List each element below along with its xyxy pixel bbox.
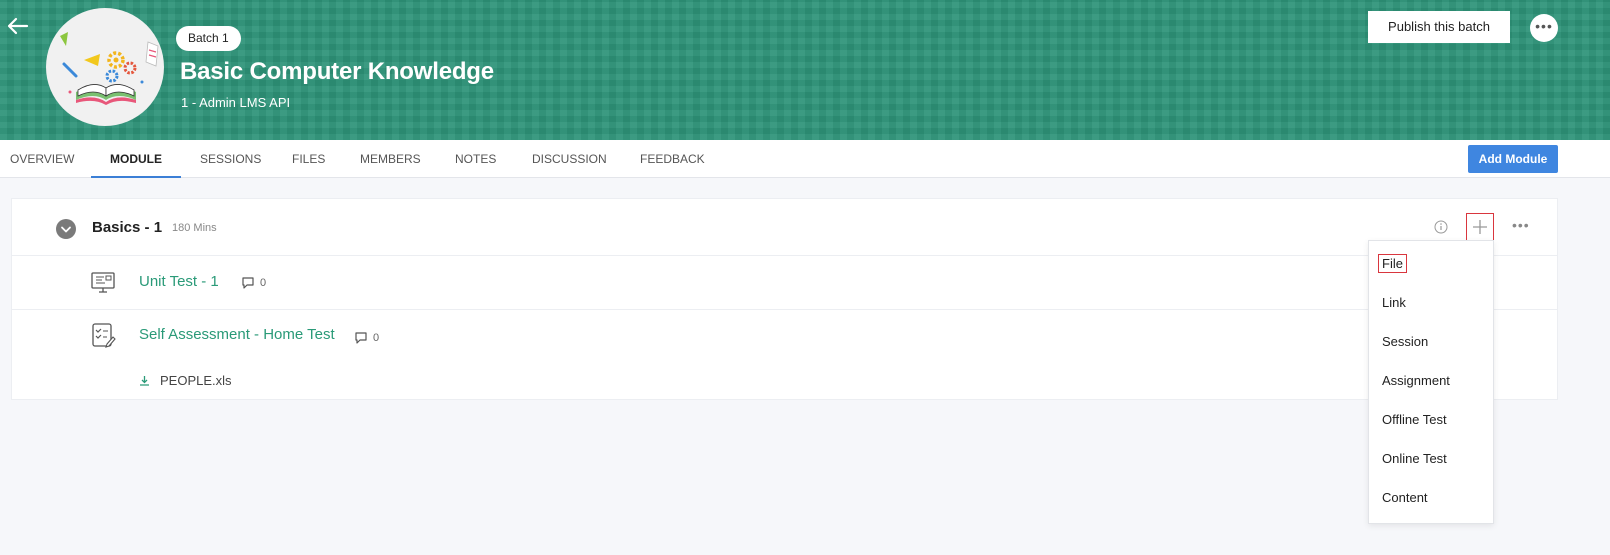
batch-chip: Batch 1 bbox=[176, 26, 241, 51]
tab-sessions[interactable]: SESSIONS bbox=[200, 140, 261, 178]
menu-item-file[interactable]: File bbox=[1378, 254, 1407, 273]
checklist-icon bbox=[90, 322, 116, 348]
tab-discussion[interactable]: DISCUSSION bbox=[532, 140, 607, 178]
list-item: Unit Test - 1 0 bbox=[12, 256, 1557, 310]
add-content-button[interactable] bbox=[1466, 213, 1494, 241]
menu-item-offline-test[interactable]: Offline Test bbox=[1382, 412, 1447, 427]
menu-item-link[interactable]: Link bbox=[1382, 295, 1406, 310]
course-avatar bbox=[46, 8, 164, 126]
module-title: Basics - 1 bbox=[92, 219, 163, 236]
tab-overview[interactable]: OVERVIEW bbox=[10, 140, 74, 178]
publish-batch-button[interactable]: Publish this batch bbox=[1368, 11, 1510, 43]
comment-count[interactable]: 0 bbox=[241, 276, 266, 289]
attachment-file[interactable]: PEOPLE.xls bbox=[139, 373, 232, 388]
item-title-link[interactable]: Unit Test - 1 bbox=[139, 273, 219, 290]
chevron-down-icon[interactable] bbox=[56, 219, 76, 239]
tab-members[interactable]: MEMBERS bbox=[360, 140, 421, 178]
list-item: Self Assessment - Home Test 0 PEOPLE.xls bbox=[12, 310, 1557, 400]
item-title-link[interactable]: Self Assessment - Home Test bbox=[139, 326, 335, 343]
course-subtitle: 1 - Admin LMS API bbox=[181, 95, 291, 110]
tab-bar: OVERVIEW MODULE SESSIONS FILES MEMBERS N… bbox=[0, 140, 1610, 178]
comment-count[interactable]: 0 bbox=[354, 331, 379, 344]
monitor-icon bbox=[90, 270, 116, 296]
comment-icon bbox=[242, 277, 254, 289]
menu-item-content[interactable]: Content bbox=[1382, 490, 1428, 505]
menu-item-session[interactable]: Session bbox=[1382, 334, 1428, 349]
back-arrow-icon[interactable] bbox=[6, 14, 30, 38]
plus-icon bbox=[1473, 220, 1487, 234]
course-title: Basic Computer Knowledge bbox=[180, 58, 494, 85]
comment-count-value: 0 bbox=[260, 277, 267, 289]
tab-feedback[interactable]: FEEDBACK bbox=[640, 140, 705, 178]
tab-module[interactable]: MODULE bbox=[91, 140, 181, 178]
comment-icon bbox=[355, 332, 367, 344]
add-module-button[interactable]: Add Module bbox=[1468, 145, 1558, 173]
tab-files[interactable]: FILES bbox=[292, 140, 325, 178]
comment-count-value: 0 bbox=[373, 332, 380, 344]
course-header: Batch 1 Basic Computer Knowledge 1 - Adm… bbox=[0, 0, 1610, 140]
module-duration: 180 Mins bbox=[172, 222, 217, 234]
attachment-file-name: PEOPLE.xls bbox=[160, 373, 232, 388]
module-card: Basics - 1 180 Mins ••• Unit Test - 1 0 … bbox=[11, 198, 1558, 400]
menu-item-assignment[interactable]: Assignment bbox=[1382, 373, 1450, 388]
download-icon bbox=[140, 376, 149, 386]
module-header: Basics - 1 180 Mins ••• bbox=[12, 199, 1557, 256]
add-content-menu: File Link Session Assignment Offline Tes… bbox=[1368, 240, 1494, 524]
header-more-icon[interactable]: ••• bbox=[1530, 14, 1558, 42]
module-more-icon[interactable]: ••• bbox=[1512, 217, 1530, 233]
tab-notes[interactable]: NOTES bbox=[455, 140, 496, 178]
menu-item-online-test[interactable]: Online Test bbox=[1382, 451, 1447, 466]
info-icon[interactable] bbox=[1434, 220, 1448, 234]
